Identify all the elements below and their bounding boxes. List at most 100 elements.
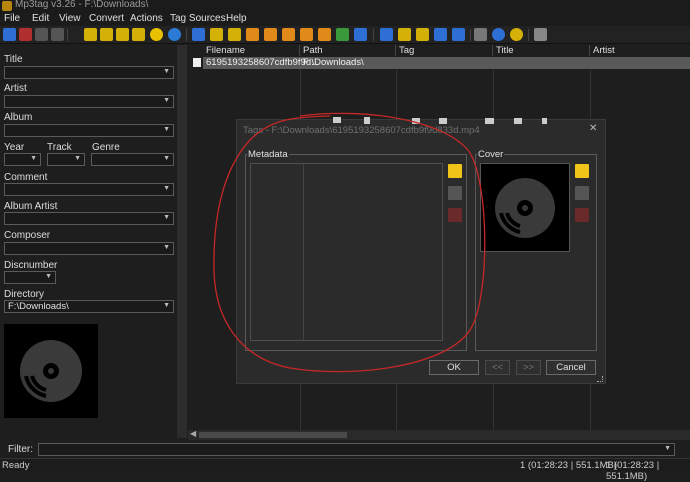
select-icon[interactable] xyxy=(434,28,447,41)
next-button[interactable]: >> xyxy=(516,360,541,375)
menu-view[interactable]: View xyxy=(59,13,81,24)
column-title[interactable]: Title xyxy=(493,45,590,56)
column-tag[interactable]: Tag xyxy=(396,45,493,56)
redo-icon[interactable] xyxy=(51,28,64,41)
save-icon[interactable] xyxy=(3,28,16,41)
horizontal-scrollbar[interactable]: ◀ xyxy=(188,429,690,440)
table-row[interactable]: 6195193258607cdfb9f9d... F:\Downloads\ xyxy=(203,57,690,69)
favorite-directory-icon[interactable] xyxy=(116,28,129,41)
menu-actions[interactable]: Actions xyxy=(130,13,163,24)
album-field[interactable]: ▼ xyxy=(4,124,174,137)
previous-button[interactable]: << xyxy=(485,360,510,375)
filter-label: Filter: xyxy=(8,444,33,455)
refresh-icon[interactable] xyxy=(168,28,181,41)
close-icon[interactable]: ✕ xyxy=(589,123,597,134)
track-label: Track xyxy=(47,142,72,153)
lock-icon[interactable] xyxy=(542,118,547,124)
genre-label: Genre xyxy=(92,142,120,153)
album-artist-field[interactable]: ▼ xyxy=(4,212,174,225)
tag-panel: Title ▼ Artist ▼ Album ▼ Year Track Genr… xyxy=(0,45,176,438)
year-label: Year xyxy=(4,142,25,153)
add-cover-icon[interactable] xyxy=(575,164,589,178)
chevron-down-icon: ▼ xyxy=(163,126,170,133)
directory-field[interactable]: F:\Downloads\ ▼ xyxy=(4,300,174,313)
star-icon[interactable] xyxy=(150,28,163,41)
menu-tag-sources[interactable]: Tag Sources xyxy=(170,13,226,24)
check-icon[interactable] xyxy=(452,28,465,41)
toolbar-separator xyxy=(470,29,471,41)
edit-field-icon[interactable] xyxy=(448,186,462,200)
key-icon[interactable] xyxy=(534,28,547,41)
tag-filename-icon[interactable] xyxy=(264,28,277,41)
actions-icon[interactable] xyxy=(318,28,331,41)
toolbar-icon[interactable] xyxy=(439,118,447,124)
cover-image[interactable] xyxy=(480,163,570,252)
menu-edit[interactable]: Edit xyxy=(32,13,49,24)
composer-field[interactable]: ▼ xyxy=(4,242,174,255)
save-cover-icon[interactable] xyxy=(575,186,589,200)
column-filename[interactable]: Filename xyxy=(203,45,300,56)
remove-field-icon[interactable] xyxy=(448,208,462,222)
resize-grip-icon[interactable] xyxy=(597,376,603,382)
export-icon[interactable] xyxy=(398,28,411,41)
text-tag-icon[interactable] xyxy=(282,28,295,41)
metadata-list[interactable] xyxy=(250,163,443,341)
pin-icon[interactable] xyxy=(364,117,370,124)
column-artist[interactable]: Artist xyxy=(590,45,690,56)
panel-splitter[interactable] xyxy=(177,45,187,438)
filter-input[interactable]: ▼ xyxy=(38,443,675,456)
menu-convert[interactable]: Convert xyxy=(89,13,124,24)
directory-value: F:\Downloads\ xyxy=(8,301,69,312)
options-icon[interactable] xyxy=(510,28,523,41)
add-directory-icon[interactable] xyxy=(100,28,113,41)
filter-icon[interactable] xyxy=(416,28,429,41)
title-field[interactable]: ▼ xyxy=(4,66,174,79)
row-path: F:\Downloads\ xyxy=(303,57,364,68)
filter-bar: Filter: ▼ xyxy=(0,440,690,458)
menu-file[interactable]: File xyxy=(4,13,20,24)
toolbar-icon[interactable] xyxy=(333,117,341,123)
keyboard-icon[interactable] xyxy=(474,28,487,41)
genre-field[interactable]: ▼ xyxy=(91,153,174,166)
save-tag-icon[interactable] xyxy=(192,28,205,41)
toolbar-icon[interactable] xyxy=(485,118,494,124)
chevron-down-icon: ▼ xyxy=(664,445,671,452)
tag-file-icon[interactable] xyxy=(210,28,223,41)
remove-cover-icon[interactable] xyxy=(575,208,589,222)
add-field-icon[interactable] xyxy=(448,164,462,178)
artist-field[interactable]: ▼ xyxy=(4,95,174,108)
edit-icon[interactable] xyxy=(380,28,393,41)
comment-field[interactable]: ▼ xyxy=(4,183,174,196)
track-field[interactable]: ▼ xyxy=(47,153,85,166)
disc-icon xyxy=(20,340,82,402)
cancel-button[interactable]: Cancel xyxy=(546,360,596,375)
convert-icon[interactable] xyxy=(300,28,313,41)
menu-help[interactable]: Help xyxy=(226,13,247,24)
scrollbar-thumb[interactable] xyxy=(199,432,347,438)
cover-thumbnail[interactable] xyxy=(4,324,98,418)
undo-icon[interactable] xyxy=(35,28,48,41)
filename-tag-icon[interactable] xyxy=(246,28,259,41)
dialog-title: Tags - F:\Downloads\6195193258607cdfb9f9… xyxy=(243,125,480,136)
discogs-icon[interactable] xyxy=(336,28,349,41)
scroll-left-icon[interactable]: ◀ xyxy=(190,429,196,438)
toolbar-separator xyxy=(186,29,187,41)
change-directory-icon[interactable] xyxy=(84,28,97,41)
tag-tag-icon[interactable] xyxy=(228,28,241,41)
remove-tag-icon[interactable] xyxy=(19,28,32,41)
toolbar-separator xyxy=(528,29,529,41)
column-path[interactable]: Path xyxy=(300,45,396,56)
toolbar-icon[interactable] xyxy=(412,118,420,124)
toolbar-icon[interactable] xyxy=(514,118,522,124)
playlist-icon[interactable] xyxy=(132,28,145,41)
year-field[interactable]: ▼ xyxy=(4,153,41,166)
chevron-down-icon: ▼ xyxy=(74,155,81,162)
musicbrainz-icon[interactable] xyxy=(354,28,367,41)
chevron-down-icon: ▼ xyxy=(163,155,170,162)
web-icon[interactable] xyxy=(492,28,505,41)
status-ready: Ready xyxy=(2,460,30,471)
chevron-down-icon: ▼ xyxy=(163,68,170,75)
ok-button[interactable]: OK xyxy=(429,360,479,375)
disc-icon xyxy=(495,178,555,238)
discnumber-field[interactable]: ▼ xyxy=(4,271,56,284)
